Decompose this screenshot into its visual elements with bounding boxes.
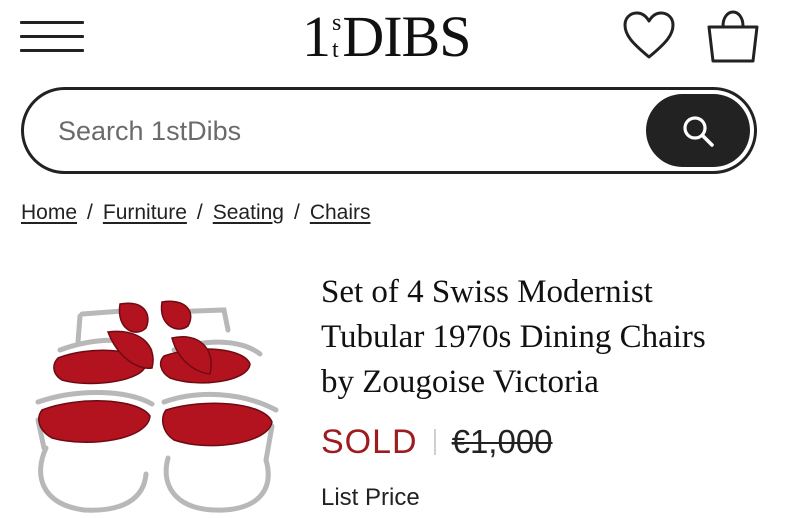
menu-line (20, 35, 84, 38)
breadcrumb-home[interactable]: Home (21, 201, 77, 224)
search-icon (683, 115, 714, 147)
logo-s: s (332, 10, 342, 36)
search-button[interactable] (646, 94, 750, 167)
logo-t: t (332, 37, 339, 63)
list-price-label: List Price (321, 484, 420, 511)
product-image[interactable] (28, 298, 284, 518)
menu-line (20, 49, 84, 52)
search-input[interactable] (58, 110, 618, 152)
menu-line (20, 21, 84, 24)
hamburger-menu-icon[interactable] (20, 16, 84, 56)
site-header: 1 s t DIBS (0, 0, 800, 80)
shopping-bag-icon[interactable] (704, 8, 762, 64)
site-logo[interactable]: 1 s t DIBS (302, 4, 472, 69)
logo-one: 1 (302, 4, 331, 69)
breadcrumb-seating[interactable]: Seating (213, 201, 284, 224)
product-title: Set of 4 Swiss Modernist Tubular 1970s D… (321, 270, 761, 405)
product-title-line: by Zougoise Victoria (321, 364, 599, 400)
logo-dibs: DIBS (342, 4, 471, 69)
breadcrumb-separator: / (196, 201, 203, 224)
price-divider (433, 429, 436, 455)
price-row: SOLD €1,000 (321, 421, 553, 463)
breadcrumb-separator: / (293, 201, 300, 224)
breadcrumb: Home / Furniture / Seating / Chairs (21, 201, 371, 225)
logo-st: s t (332, 10, 341, 64)
product-title-line: Tubular 1970s Dining Chairs (321, 319, 706, 355)
breadcrumb-chairs[interactable]: Chairs (310, 201, 371, 224)
product-title-line: Set of 4 Swiss Modernist (321, 274, 653, 310)
breadcrumb-separator: / (87, 201, 93, 224)
original-price: €1,000 (451, 423, 553, 460)
breadcrumb-furniture[interactable]: Furniture (103, 201, 187, 224)
sold-status: SOLD (321, 422, 418, 461)
search-bar (21, 87, 757, 174)
heart-icon[interactable] (622, 10, 676, 62)
